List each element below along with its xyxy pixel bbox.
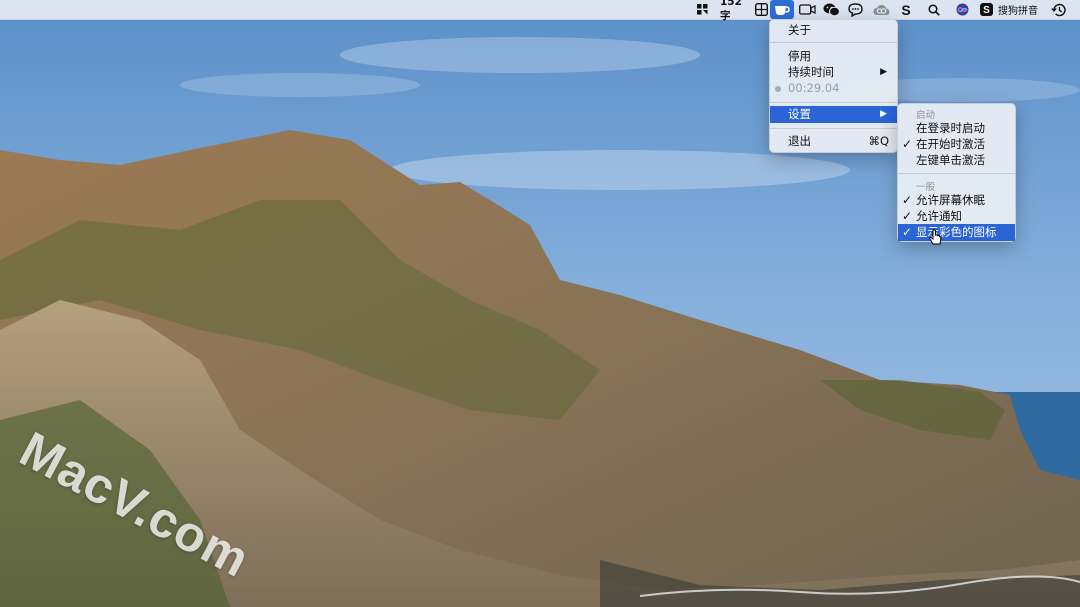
search-icon[interactable] bbox=[926, 0, 942, 19]
video-camera-icon[interactable] bbox=[797, 0, 817, 19]
chat-bubble-icon[interactable] bbox=[845, 0, 865, 19]
sogou-s-icon[interactable]: S bbox=[978, 0, 994, 19]
quit-shortcut: ⌘Q bbox=[868, 134, 889, 148]
menu-item-activate-at-start-label: 在开始时激活 bbox=[916, 137, 985, 151]
table-icon[interactable] bbox=[753, 0, 769, 19]
submenu-arrow-icon: ▶ bbox=[880, 67, 887, 77]
menu-item-settings[interactable]: 设置 ▶ bbox=[770, 106, 897, 123]
coffee-cup-icon[interactable] bbox=[770, 0, 794, 19]
menu-item-show-color-icon[interactable]: ✓ 显示彩色的图标 bbox=[898, 224, 1015, 241]
menu-item-quit-label: 退出 bbox=[788, 134, 811, 148]
status-dot-icon bbox=[775, 86, 781, 92]
menu-item-timer: 00:29.04 bbox=[770, 80, 897, 97]
input-method-label: 搜狗拼音 bbox=[998, 6, 1038, 17]
menu-item-duration-label: 持续时间 bbox=[788, 65, 834, 79]
menu-item-disable[interactable]: 停用 bbox=[770, 48, 897, 65]
siri-icon[interactable] bbox=[954, 0, 970, 19]
menu-item-allow-screen-sleep-label: 允许屏幕休眠 bbox=[916, 193, 985, 207]
menu-item-quit[interactable]: 退出 ⌘Q bbox=[770, 133, 897, 150]
menu-item-left-click-activate[interactable]: 左键单击激活 bbox=[898, 152, 1015, 169]
settings-submenu: 启动 在登录时启动 ✓ 在开始时激活 左键单击激活 一般 ✓ 允许屏幕休眠 ✓ … bbox=[897, 103, 1016, 242]
svg-text:S: S bbox=[983, 5, 990, 16]
checkmark-icon: ✓ bbox=[902, 209, 913, 223]
checkmark-icon: ✓ bbox=[902, 225, 913, 239]
checkmark-icon: ✓ bbox=[902, 193, 913, 207]
menu-item-disable-label: 停用 bbox=[788, 49, 811, 63]
menu-item-duration[interactable]: 持续时间 ▶ bbox=[770, 64, 897, 81]
menu-item-about[interactable]: 关于 bbox=[770, 22, 897, 39]
s-app-icon[interactable]: S bbox=[898, 0, 914, 19]
menu-item-launch-at-login-label: 在登录时启动 bbox=[916, 121, 985, 135]
menu-separator bbox=[770, 128, 897, 129]
grid-app-icon[interactable] bbox=[694, 0, 710, 19]
menu-item-left-click-activate-label: 左键单击激活 bbox=[916, 153, 985, 167]
checkmark-icon: ✓ bbox=[902, 137, 913, 151]
menu-item-launch-at-login[interactable]: 在登录时启动 bbox=[898, 120, 1015, 137]
menu-item-about-label: 关于 bbox=[788, 23, 811, 37]
time-machine-icon[interactable] bbox=[1048, 0, 1068, 19]
timer-readout: 00:29.04 bbox=[788, 81, 840, 95]
mouse-pointer-icon bbox=[929, 229, 942, 245]
wechat-icon[interactable] bbox=[821, 0, 841, 19]
input-method-menu[interactable]: 搜狗拼音 bbox=[996, 0, 1040, 19]
app-dropdown-menu: 关于 停用 持续时间 ▶ 00:29.04 设置 ▶ 退出 ⌘Q bbox=[769, 19, 898, 153]
menu-item-allow-notifications-label: 允许通知 bbox=[916, 209, 962, 223]
word-count-label: 152字 bbox=[720, 0, 742, 22]
menu-item-settings-label: 设置 bbox=[788, 107, 811, 121]
creative-cloud-icon[interactable] bbox=[871, 0, 891, 19]
menu-separator bbox=[770, 42, 897, 43]
menu-separator bbox=[770, 102, 897, 103]
submenu-arrow-icon: ▶ bbox=[880, 109, 887, 119]
menu-item-activate-at-start[interactable]: ✓ 在开始时激活 bbox=[898, 136, 1015, 153]
word-count-status[interactable]: 152字 bbox=[720, 0, 752, 22]
menu-separator bbox=[898, 173, 1015, 174]
section-header-general: 一般 bbox=[916, 182, 936, 193]
section-header-startup: 启动 bbox=[916, 110, 936, 121]
menu-bar: 152字 S S 搜狗拼音 bbox=[0, 0, 1080, 22]
menu-item-allow-notifications[interactable]: ✓ 允许通知 bbox=[898, 208, 1015, 225]
menu-item-allow-screen-sleep[interactable]: ✓ 允许屏幕休眠 bbox=[898, 192, 1015, 209]
